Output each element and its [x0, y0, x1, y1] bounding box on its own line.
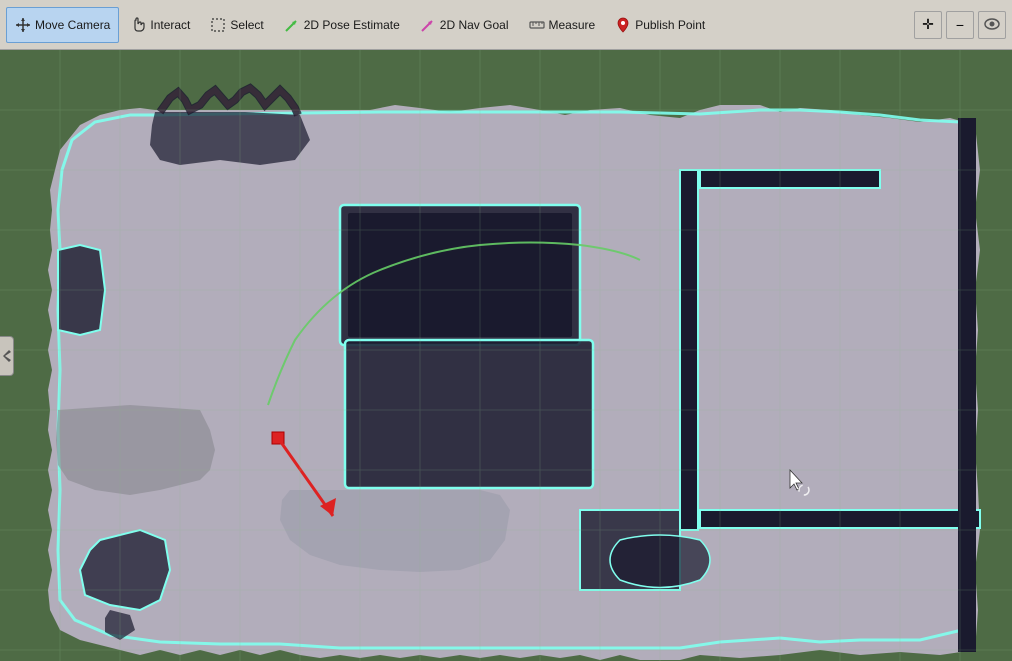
sidebar-toggle[interactable]: [0, 336, 14, 376]
interact-label: Interact: [150, 18, 190, 32]
nav-goal-label: 2D Nav Goal: [440, 18, 509, 32]
nav-goal-button[interactable]: 2D Nav Goal: [411, 7, 518, 43]
minus-button[interactable]: −: [946, 11, 974, 39]
move-camera-label: Move Camera: [35, 18, 110, 32]
pose-estimate-label: 2D Pose Estimate: [304, 18, 400, 32]
eye-icon: [984, 17, 1000, 33]
move-camera-icon: [15, 17, 31, 33]
pose-estimate-icon: [284, 17, 300, 33]
measure-label: Measure: [549, 18, 596, 32]
pose-estimate-button[interactable]: 2D Pose Estimate: [275, 7, 409, 43]
select-button[interactable]: Select: [201, 7, 272, 43]
map-container[interactable]: [0, 50, 1012, 661]
select-icon: [210, 17, 226, 33]
minus-icon: −: [956, 17, 964, 33]
toolbar-right-buttons: ✛ −: [914, 11, 1006, 39]
move-camera-button[interactable]: Move Camera: [6, 7, 119, 43]
toolbar: Move Camera Interact Select 2D Pose Es: [0, 0, 1012, 50]
select-label: Select: [230, 18, 263, 32]
interact-icon: [130, 17, 146, 33]
nav-goal-icon: [420, 17, 436, 33]
measure-icon: [529, 17, 545, 33]
eye-button[interactable]: [978, 11, 1006, 39]
interact-button[interactable]: Interact: [121, 7, 199, 43]
publish-point-button[interactable]: Publish Point: [606, 7, 714, 43]
measure-button[interactable]: Measure: [520, 7, 605, 43]
sidebar-arrow-icon: [3, 350, 11, 362]
map-view: [0, 50, 1012, 661]
add-icon: ✛: [922, 16, 934, 33]
publish-point-label: Publish Point: [635, 18, 705, 32]
add-button[interactable]: ✛: [914, 11, 942, 39]
publish-point-icon: [615, 17, 631, 33]
